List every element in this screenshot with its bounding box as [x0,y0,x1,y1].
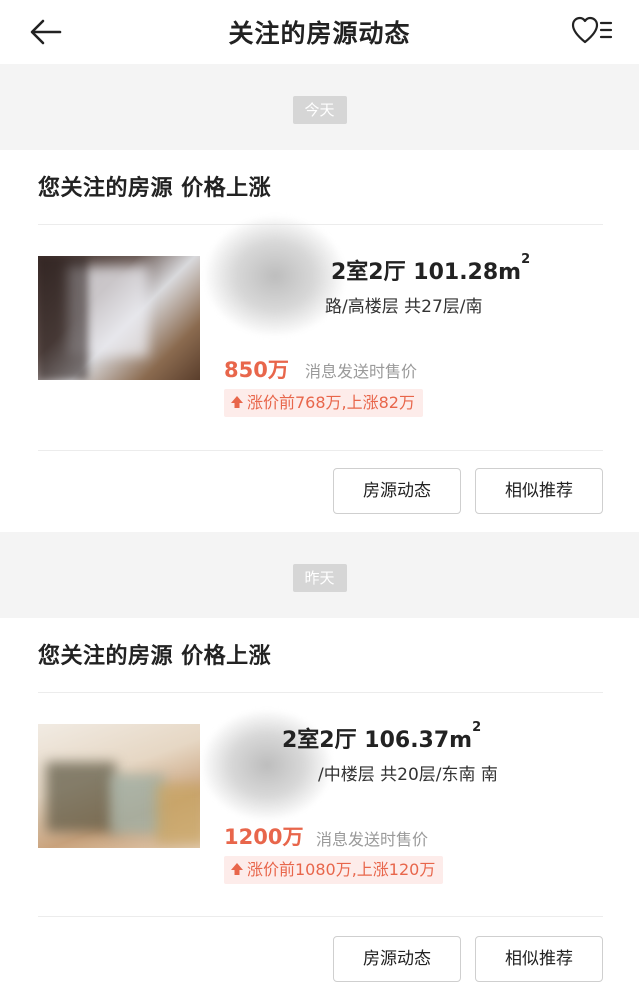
page-title: 关注的房源动态 [228,19,411,48]
price-change-card: 您关注的房源 价格上涨 2室2厅 101.28m2 路/高楼层 共27层/南 8… [0,150,639,532]
price-change-card: 您关注的房源 价格上涨 2室2厅 106.37m2 /中楼层 共20层/东南 南… [0,618,639,1000]
similar-recommend-button[interactable]: 相似推荐 [475,468,603,514]
card-heading: 您关注的房源 价格上涨 [38,176,272,201]
date-label: 昨天 [292,564,347,592]
house-title[interactable]: 2室2厅 106.37m2 [282,720,482,754]
divider [38,692,603,693]
favorites-button[interactable] [571,14,615,50]
price-note: 消息发送时售价 [316,830,429,849]
house-dynamics-button[interactable]: 房源动态 [333,936,461,982]
house-meta: 路/高楼层 共27层/南 [325,297,483,317]
arrow-left-icon [30,19,62,45]
divider [38,916,603,917]
price-rise-text: 涨价前1080万,上涨120万 [247,860,436,879]
house-title-text: 2室2厅 106.37m [282,728,473,753]
heart-list-icon [571,16,613,44]
date-separator: 昨天 [0,532,639,618]
house-thumbnail[interactable] [38,724,200,848]
arrow-up-icon [231,863,243,875]
house-title-text: 2室2厅 101.28m [331,260,522,285]
card-heading: 您关注的房源 价格上涨 [38,644,272,669]
price-rise-tag: 涨价前768万,上涨82万 [224,389,423,417]
house-title[interactable]: 2室2厅 101.28m2 [331,252,531,286]
price-rise-text: 涨价前768万,上涨82万 [247,393,415,412]
price-note: 消息发送时售价 [305,362,418,381]
house-title-sup: 2 [472,720,482,735]
date-separator: 今天 [0,64,639,150]
back-button[interactable] [26,14,66,50]
house-meta: /中楼层 共20层/东南 南 [318,765,498,785]
similar-recommend-button[interactable]: 相似推荐 [475,936,603,982]
price-rise-tag: 涨价前1080万,上涨120万 [224,856,444,884]
house-title-sup: 2 [521,252,531,267]
top-nav-bar: 关注的房源动态 [0,0,639,64]
current-price: 1200万 [224,825,304,849]
divider [38,450,603,451]
arrow-up-icon [231,396,243,408]
redacted-area [205,216,345,336]
house-dynamics-button[interactable]: 房源动态 [333,468,461,514]
house-thumbnail[interactable] [38,256,200,380]
current-price: 850万 [224,358,289,382]
date-label: 今天 [292,96,347,124]
